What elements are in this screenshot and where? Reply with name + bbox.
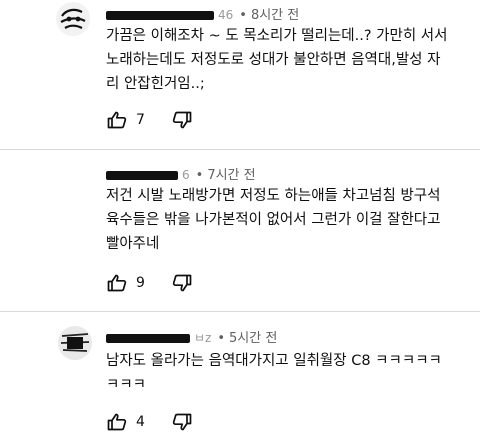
handle-fragment: 46 xyxy=(218,8,234,22)
separator-dot: • xyxy=(217,331,226,346)
thumbs-down-icon[interactable] xyxy=(171,110,193,130)
thumbs-up-icon[interactable] xyxy=(106,110,128,130)
avatar[interactable] xyxy=(56,2,90,36)
comment-text: 남자도 올라가는 음역대가지고 일취월장 C8 ㅋㅋㅋㅋㅋ ㅋㅋㅋ xyxy=(106,353,442,393)
comment-time[interactable]: 7시간 전 xyxy=(207,168,255,183)
avatar-doodle-icon xyxy=(60,8,86,29)
thumbs-up-icon[interactable] xyxy=(106,273,128,293)
separator-dot: • xyxy=(195,168,204,183)
comment-time[interactable]: 5시간 전 xyxy=(229,331,277,346)
comment-header: 46 • 8시간 전 xyxy=(106,4,299,23)
like-count: 9 xyxy=(136,275,145,291)
thumbs-down-icon[interactable] xyxy=(171,273,193,293)
separator-dot: • xyxy=(239,8,247,23)
thumbs-down-icon[interactable] xyxy=(171,412,193,432)
comment-text: 가끔은 이해조차 ~ 도 목소리가 떨리는데..? 가만히 서서 노래하는데도 … xyxy=(106,28,448,92)
redacted-handle[interactable] xyxy=(106,171,178,180)
comment-header: ㅂz • 5시간 전 xyxy=(106,327,277,346)
comment-header: 6 • 7시간 전 xyxy=(106,164,256,183)
avatar-doodle-icon xyxy=(60,333,90,352)
redacted-handle[interactable] xyxy=(106,11,214,20)
like-count: 4 xyxy=(136,414,145,430)
divider xyxy=(0,311,480,312)
handle-fragment: ㅂz xyxy=(194,331,212,345)
comment-text: 저건 시발 노래방가면 저정도 하는애들 차고넘침 방구석 육수들은 밖을 나가… xyxy=(106,188,441,252)
comment-time[interactable]: 8시간 전 xyxy=(251,8,299,23)
redacted-handle[interactable] xyxy=(106,334,190,343)
comment-actions: 9 xyxy=(106,273,193,293)
like-count: 7 xyxy=(136,112,145,128)
handle-fragment: 6 xyxy=(182,168,190,182)
thumbs-up-icon[interactable] xyxy=(106,412,128,432)
avatar[interactable] xyxy=(58,326,92,360)
comment-actions: 4 xyxy=(106,412,193,432)
divider xyxy=(0,149,480,150)
comment-actions: 7 xyxy=(106,110,193,130)
